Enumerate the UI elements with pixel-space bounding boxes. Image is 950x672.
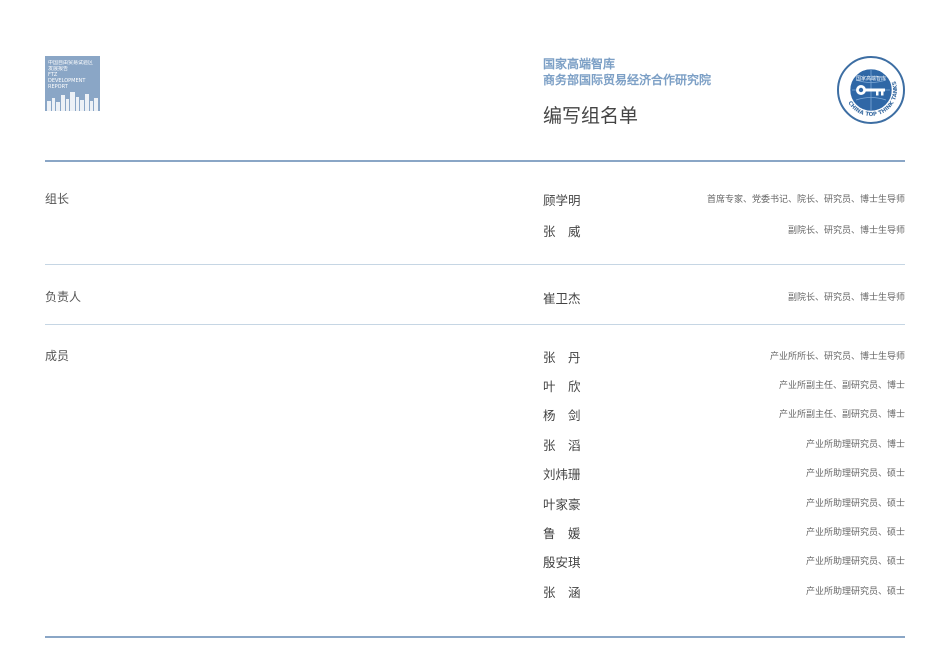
member-title: 产业所副主任、副研究员、博士 (778, 410, 905, 420)
org-name-line1: 国家高端智库 (543, 57, 616, 71)
member-title: 产业所助理研究员、硕士 (805, 587, 905, 597)
member-name: 张 威 (543, 224, 581, 239)
member-title: 产业所助理研究员、硕士 (805, 499, 905, 509)
bottom-divider (45, 636, 905, 638)
member-title: 产业所助理研究员、硕士 (805, 528, 905, 538)
member-row: 张 威 副院长、研究员、博士生导师 (543, 221, 905, 241)
member-row: 叶家豪 产业所助理研究员、硕士 (543, 494, 905, 514)
member-row: 张 丹 产业所所长、研究员、博士生导师 (543, 347, 905, 367)
member-title: 产业所所长、研究员、博士生导师 (769, 352, 905, 362)
seal-top-text: 国家高端智库 (856, 75, 886, 82)
think-tank-seal-icon: 国家高端智库 CHINA TOP THINK TANKS (837, 56, 905, 124)
member-title: 产业所副主任、副研究员、博士 (778, 381, 905, 391)
member-title: 副院长、研究员、博士生导师 (787, 293, 905, 303)
member-name: 刘炜珊 (543, 467, 581, 482)
member-row: 杨 剑 产业所副主任、副研究员、博士 (543, 405, 905, 425)
member-row: 叶 欣 产业所副主任、副研究员、博士 (543, 376, 905, 396)
member-row: 刘炜珊 产业所助理研究员、硕士 (543, 464, 905, 484)
member-name: 殷安琪 (543, 555, 581, 570)
member-name: 叶 欣 (543, 379, 581, 394)
member-title: 副院长、研究员、博士生导师 (787, 226, 905, 236)
member-name: 鲁 媛 (543, 526, 581, 541)
section-label-responsible: 负责人 (45, 290, 82, 304)
member-name: 杨 剑 (543, 408, 581, 423)
member-name: 张 涵 (543, 585, 581, 600)
section-label-leader: 组长 (45, 192, 70, 206)
member-title: 首席专家、党委书记、院长、研究员、博士生导师 (706, 195, 905, 205)
member-row: 崔卫杰 副院长、研究员、博士生导师 (543, 288, 905, 308)
member-name: 顾学明 (543, 193, 581, 208)
member-name: 张 丹 (543, 350, 581, 365)
member-row: 殷安琪 产业所助理研究员、硕士 (543, 552, 905, 572)
member-name: 崔卫杰 (543, 291, 581, 306)
city-skyline-icon (47, 92, 98, 111)
org-name-line2: 商务部国际贸易经济合作研究院 (543, 73, 712, 87)
member-title: 产业所助理研究员、硕士 (805, 557, 905, 567)
logo-text: 中国自由贸易试验区 发展报告 FTZ DEVELOPMENT REPORT (48, 60, 98, 90)
member-row: 张 涵 产业所助理研究员、硕士 (543, 582, 905, 602)
member-row: 顾学明 首席专家、党委书记、院长、研究员、博士生导师 (543, 190, 905, 210)
report-logo: 中国自由贸易试验区 发展报告 FTZ DEVELOPMENT REPORT (45, 56, 100, 111)
member-row: 鲁 媛 产业所助理研究员、硕士 (543, 523, 905, 543)
member-title: 产业所助理研究员、硕士 (805, 469, 905, 479)
top-divider (45, 160, 905, 162)
section-divider (45, 264, 905, 265)
section-divider (45, 324, 905, 325)
section-label-members: 成员 (45, 349, 70, 363)
member-title: 产业所助理研究员、博士 (805, 440, 905, 450)
member-row: 张 滔 产业所助理研究员、博士 (543, 435, 905, 455)
page-title: 编写组名单 (543, 105, 639, 127)
member-name: 张 滔 (543, 438, 581, 453)
member-name: 叶家豪 (543, 497, 581, 512)
